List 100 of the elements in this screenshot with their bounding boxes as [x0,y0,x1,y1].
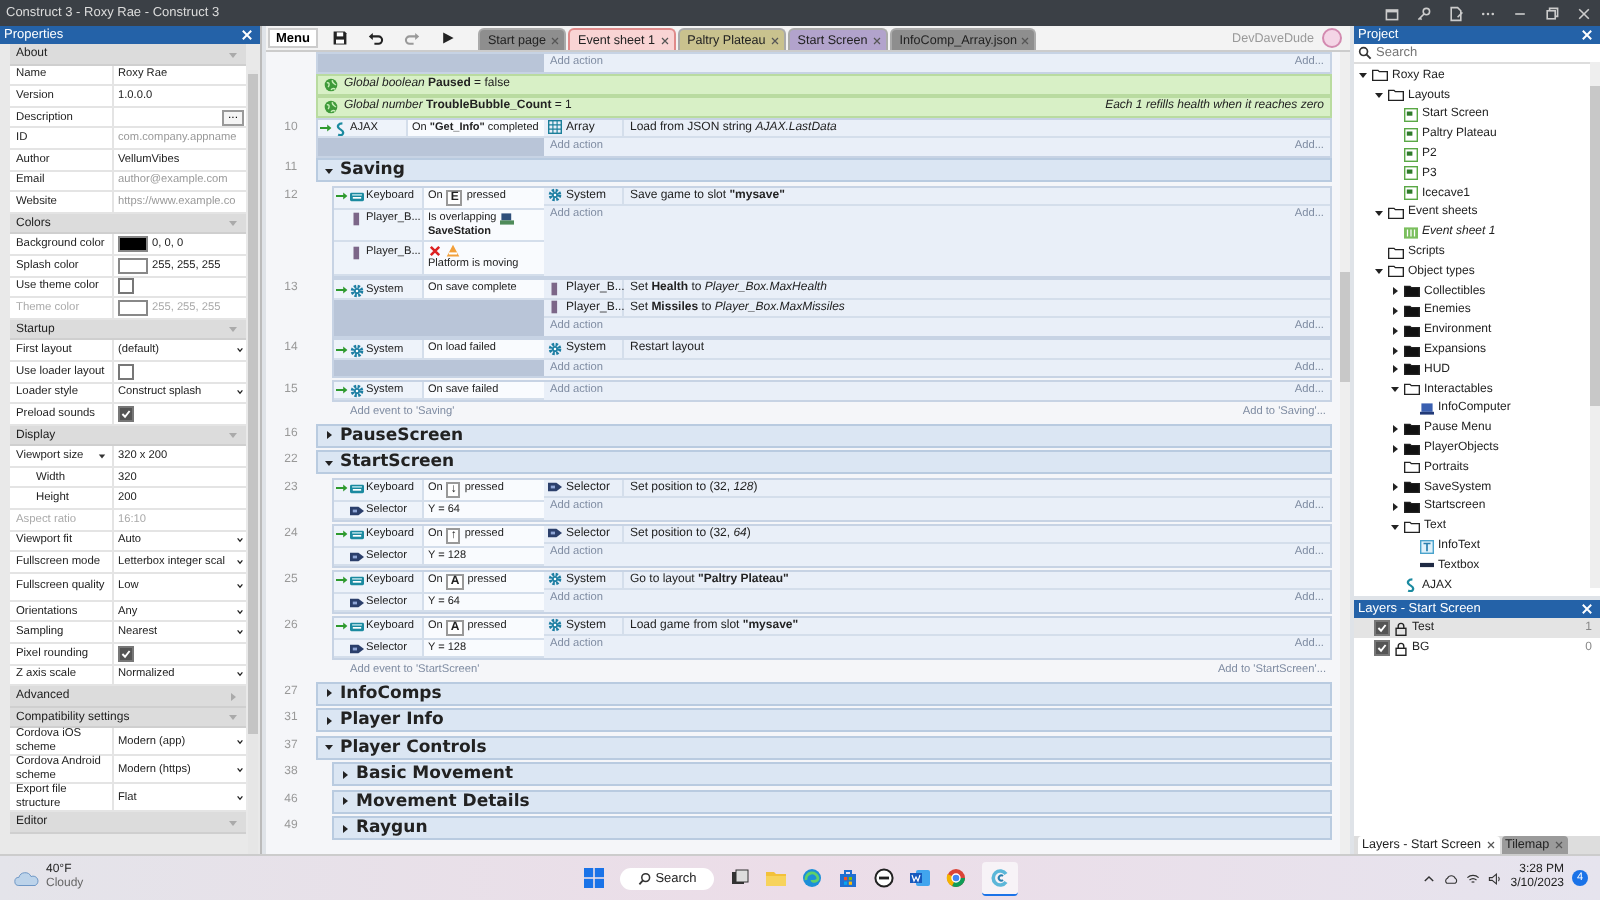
pointer-icon [350,504,364,518]
gear-icon [350,384,364,398]
caret-icon[interactable] [1390,305,1400,316]
speaker-icon[interactable] [1488,871,1503,885]
caret-icon [228,817,238,828]
group-header[interactable]: InfoComps [316,681,1332,705]
search-icon [1358,46,1372,60]
caret-icon[interactable] [340,823,350,833]
checkbox[interactable] [118,278,134,295]
caret-icon[interactable] [1390,443,1400,454]
caret-icon[interactable] [1390,384,1400,395]
scrollbar-thumb[interactable] [248,74,258,734]
key-icon[interactable] [1416,5,1432,21]
restore-icon[interactable] [1544,5,1560,21]
caret-icon[interactable] [1390,501,1400,512]
caret-icon[interactable] [324,715,334,725]
lock-icon[interactable] [1394,621,1408,635]
caret-icon[interactable] [324,688,334,698]
group-header[interactable]: Player Info [316,708,1332,732]
caret-icon[interactable] [1390,325,1400,336]
close-icon[interactable] [659,35,670,45]
document-app-icon[interactable] [910,868,931,888]
caret-icon [228,218,238,229]
wifi-icon[interactable] [1466,871,1481,885]
lock-icon[interactable] [1394,641,1408,655]
arrow-icon [336,620,348,632]
store-icon[interactable] [838,868,859,888]
group-title: Basic Movement [356,764,514,784]
arrow-icon [336,574,348,586]
swirl-icon[interactable] [990,867,1011,887]
scrollbar-thumb[interactable] [1340,272,1350,382]
caret-icon [228,49,238,59]
caret-icon[interactable] [324,457,334,467]
caret-icon[interactable] [1374,266,1384,277]
caret-icon[interactable] [324,430,334,440]
caret-icon[interactable] [1390,521,1400,532]
caret-icon[interactable] [1374,90,1384,101]
group-header[interactable]: Basic Movement [332,762,1332,786]
checkbox[interactable] [118,645,134,662]
caret-icon[interactable] [1390,345,1400,356]
browser-icon[interactable] [946,868,967,888]
arrow-icon [336,482,348,494]
globe-icon [324,99,338,113]
arrow-icon [336,384,348,396]
close-icon[interactable] [769,35,780,45]
checkbox[interactable] [1374,620,1390,636]
arrow-icon [336,528,348,540]
task-view-icon[interactable] [730,868,751,888]
start-icon[interactable] [583,868,604,888]
caret-icon [228,324,238,335]
caret-icon[interactable] [324,742,334,752]
group-title: StartScreen [340,452,455,472]
caret-icon[interactable] [340,769,350,779]
caret-icon[interactable] [1374,207,1384,218]
arrow-icon [336,190,348,202]
chevron-up-icon[interactable] [1422,871,1437,885]
circle-logo-icon[interactable] [874,868,895,888]
undo-icon[interactable] [367,30,384,46]
checkbox[interactable] [118,363,134,380]
caret-icon[interactable] [1390,364,1400,375]
checkbox[interactable] [1374,640,1390,656]
close-icon[interactable] [871,35,882,45]
layout-icon [1404,166,1418,181]
object-icon [350,245,364,259]
caret-icon[interactable] [324,165,334,175]
gear-icon [350,343,364,357]
gear-icon [350,283,364,297]
play-icon[interactable] [439,30,456,46]
caret-icon[interactable] [1390,423,1400,434]
color-swatch[interactable] [118,257,148,274]
browser-icon[interactable] [802,868,823,888]
group-header[interactable]: StartScreen [316,450,1332,474]
caret-icon[interactable] [340,796,350,806]
close-icon[interactable] [1485,840,1495,850]
document-icon[interactable] [1448,5,1464,21]
caret-icon[interactable] [1358,70,1368,81]
redo-icon[interactable] [403,30,420,46]
color-swatch[interactable] [118,236,148,253]
group-header[interactable]: Raygun [332,816,1332,840]
layout-icon [1404,147,1418,162]
gear-icon [548,572,562,587]
caret-icon[interactable] [1390,286,1400,297]
group-title: PauseScreen [340,425,464,445]
group-title: Player Controls [340,737,487,757]
group-header[interactable]: Saving [316,158,1332,182]
group-header[interactable]: PauseScreen [316,423,1332,447]
keyboard-icon [350,190,364,204]
gear-icon [548,188,562,203]
group-header[interactable]: Player Controls [316,735,1332,759]
checkbox[interactable] [118,405,134,422]
platform-icon [446,244,460,258]
window-icon[interactable] [1384,5,1400,21]
cloud-icon[interactable] [1444,871,1459,885]
scrollbar-thumb[interactable] [1590,86,1600,406]
group-title: Raygun [356,818,428,838]
save-icon[interactable] [331,30,348,46]
pointer-icon [350,596,364,610]
grid-icon [548,120,562,135]
group-header[interactable]: Movement Details [332,789,1332,813]
caret-icon[interactable] [1390,482,1400,493]
